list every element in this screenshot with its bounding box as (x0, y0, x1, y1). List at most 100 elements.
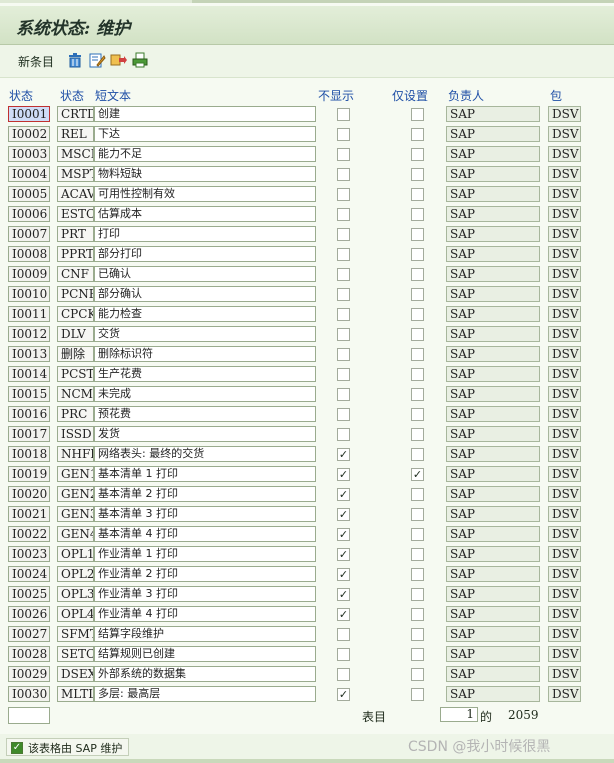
hide-checkbox[interactable]: ✓ (337, 528, 350, 541)
trash-icon[interactable] (66, 51, 84, 69)
short-text-cell[interactable]: 结算字段维护 (94, 626, 316, 642)
status-code-cell[interactable]: NCMP (57, 386, 94, 402)
status-id-cell[interactable]: I0006 (8, 206, 50, 222)
set-only-checkbox[interactable] (411, 128, 424, 141)
status-id-cell[interactable]: I0026 (8, 606, 50, 622)
hide-checkbox[interactable] (337, 328, 350, 341)
status-id-cell[interactable]: I0016 (8, 406, 50, 422)
hide-checkbox[interactable] (337, 188, 350, 201)
status-code-cell[interactable]: OPL4 (57, 606, 94, 622)
short-text-cell[interactable]: 物料短缺 (94, 166, 316, 182)
transport-icon[interactable] (109, 51, 127, 69)
short-text-cell[interactable]: 未完成 (94, 386, 316, 402)
status-code-cell[interactable]: OPL2 (57, 566, 94, 582)
short-text-cell[interactable]: 作业清单 2 打印 (94, 566, 316, 582)
set-only-checkbox[interactable] (411, 688, 424, 701)
status-code-cell[interactable]: OPL1 (57, 546, 94, 562)
short-text-cell[interactable]: 部分打印 (94, 246, 316, 262)
hide-checkbox[interactable]: ✓ (337, 608, 350, 621)
status-code-cell[interactable]: PRT (57, 226, 94, 242)
hide-checkbox[interactable] (337, 248, 350, 261)
set-only-checkbox[interactable] (411, 608, 424, 621)
short-text-cell[interactable]: 部分确认 (94, 286, 316, 302)
status-id-cell[interactable]: I0012 (8, 326, 50, 342)
hide-checkbox[interactable] (337, 668, 350, 681)
status-code-cell[interactable]: PCNF (57, 286, 94, 302)
short-text-cell[interactable]: 能力检查 (94, 306, 316, 322)
status-id-cell[interactable]: I0014 (8, 366, 50, 382)
short-text-cell[interactable]: 下达 (94, 126, 316, 142)
set-only-checkbox[interactable] (411, 528, 424, 541)
entry-position-field[interactable]: 1 (440, 707, 478, 722)
hide-checkbox[interactable] (337, 648, 350, 661)
status-id-cell[interactable]: I0018 (8, 446, 50, 462)
position-input[interactable] (8, 707, 50, 724)
hide-checkbox[interactable]: ✓ (337, 468, 350, 481)
hide-checkbox[interactable] (337, 368, 350, 381)
hide-checkbox[interactable] (337, 308, 350, 321)
header-package[interactable]: 包 (550, 87, 562, 104)
set-only-checkbox[interactable] (411, 348, 424, 361)
set-only-checkbox[interactable] (411, 448, 424, 461)
status-id-cell[interactable]: I0011 (8, 306, 50, 322)
short-text-cell[interactable]: 删除标识符 (94, 346, 316, 362)
short-text-cell[interactable]: 估算成本 (94, 206, 316, 222)
set-only-checkbox[interactable] (411, 568, 424, 581)
status-id-cell[interactable]: I0019 (8, 466, 50, 482)
hide-checkbox[interactable] (337, 628, 350, 641)
status-code-cell[interactable]: OPL3 (57, 586, 94, 602)
status-code-cell[interactable]: ISSD (57, 426, 94, 442)
status-id-cell[interactable]: I0001 (8, 106, 50, 122)
status-id-cell[interactable]: I0004 (8, 166, 50, 182)
short-text-cell[interactable]: 基本清单 2 打印 (94, 486, 316, 502)
status-code-cell[interactable]: ACAV (57, 186, 94, 202)
status-id-cell[interactable]: I0029 (8, 666, 50, 682)
new-entries-button[interactable]: 新条目 (18, 53, 54, 70)
hide-checkbox[interactable] (337, 348, 350, 361)
status-id-cell[interactable]: I0022 (8, 526, 50, 542)
status-code-cell[interactable]: MLTL (57, 686, 94, 702)
set-only-checkbox[interactable] (411, 648, 424, 661)
hide-checkbox[interactable] (337, 388, 350, 401)
short-text-cell[interactable]: 交货 (94, 326, 316, 342)
hide-checkbox[interactable] (337, 168, 350, 181)
set-only-checkbox[interactable] (411, 328, 424, 341)
status-code-cell[interactable]: GEN3 (57, 506, 94, 522)
status-id-cell[interactable]: I0025 (8, 586, 50, 602)
set-only-checkbox[interactable] (411, 268, 424, 281)
set-only-checkbox[interactable] (411, 168, 424, 181)
status-code-cell[interactable]: PCST (57, 366, 94, 382)
hide-checkbox[interactable]: ✓ (337, 568, 350, 581)
header-owner[interactable]: 负责人 (448, 87, 484, 104)
short-text-cell[interactable]: 能力不足 (94, 146, 316, 162)
set-only-checkbox[interactable] (411, 208, 424, 221)
set-only-checkbox[interactable] (411, 368, 424, 381)
short-text-cell[interactable]: 基本清单 1 打印 (94, 466, 316, 482)
set-only-checkbox[interactable] (411, 288, 424, 301)
status-id-cell[interactable]: I0028 (8, 646, 50, 662)
status-code-cell[interactable]: PPRT (57, 246, 94, 262)
set-only-checkbox[interactable] (411, 248, 424, 261)
status-id-cell[interactable]: I0024 (8, 566, 50, 582)
set-only-checkbox[interactable] (411, 388, 424, 401)
status-code-cell[interactable]: SETC (57, 646, 94, 662)
set-only-checkbox[interactable] (411, 408, 424, 421)
status-id-cell[interactable]: I0017 (8, 426, 50, 442)
header-set-only[interactable]: 仅设置 (392, 87, 428, 104)
status-code-cell[interactable]: CRTD (57, 106, 94, 122)
status-id-cell[interactable]: I0023 (8, 546, 50, 562)
hide-checkbox[interactable] (337, 268, 350, 281)
status-code-cell[interactable]: 删除 (57, 346, 94, 362)
set-only-checkbox[interactable] (411, 428, 424, 441)
set-only-checkbox[interactable] (411, 588, 424, 601)
set-only-checkbox[interactable] (411, 188, 424, 201)
set-only-checkbox[interactable] (411, 548, 424, 561)
status-code-cell[interactable]: GEN4 (57, 526, 94, 542)
short-text-cell[interactable]: 创建 (94, 106, 316, 122)
short-text-cell[interactable]: 发货 (94, 426, 316, 442)
set-only-checkbox[interactable] (411, 108, 424, 121)
set-only-checkbox[interactable] (411, 228, 424, 241)
hide-checkbox[interactable]: ✓ (337, 688, 350, 701)
set-only-checkbox[interactable] (411, 628, 424, 641)
hide-checkbox[interactable]: ✓ (337, 588, 350, 601)
